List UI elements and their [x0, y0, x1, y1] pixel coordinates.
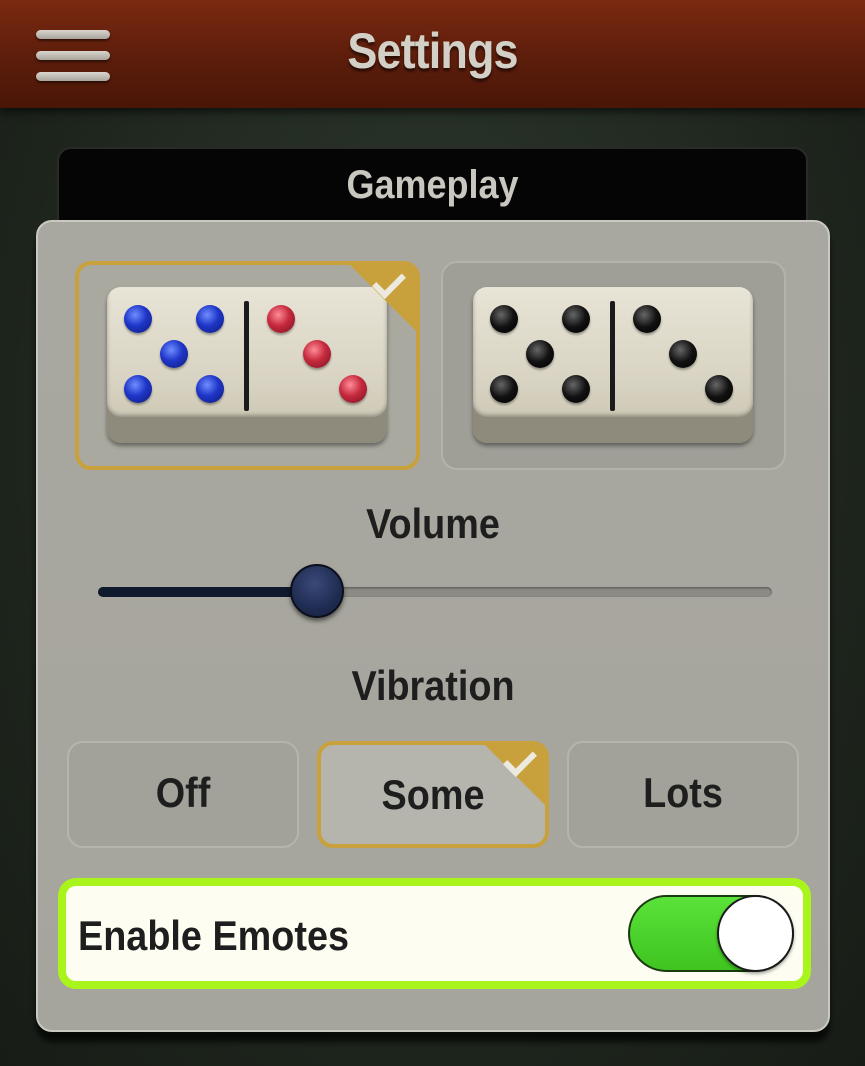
domino-divider: [244, 301, 249, 411]
vibration-off-label: Off: [155, 769, 211, 816]
volume-slider[interactable]: [98, 564, 772, 618]
pip: [633, 305, 661, 333]
enable-emotes-row[interactable]: Enable Emotes: [58, 878, 811, 989]
pip: [562, 375, 590, 403]
enable-emotes-toggle[interactable]: [628, 895, 794, 972]
volume-label: Volume: [366, 500, 500, 547]
pip: [124, 305, 152, 333]
pip: [526, 340, 554, 368]
vibration-some-button[interactable]: Some: [317, 741, 549, 848]
enable-emotes-label: Enable Emotes: [78, 912, 349, 959]
pip: [490, 375, 518, 403]
pip: [196, 375, 224, 403]
volume-slider-fill: [98, 587, 317, 597]
pip: [160, 340, 188, 368]
pip: [669, 340, 697, 368]
settings-panel: Volume Vibration Off Some Lots Enable Em…: [36, 220, 830, 1032]
pip: [339, 375, 367, 403]
volume-slider-thumb[interactable]: [290, 564, 344, 618]
domino-style-classic-option[interactable]: [441, 261, 786, 470]
domino-style-colored-option[interactable]: [75, 261, 420, 470]
page-title: Settings: [347, 23, 518, 79]
domino-tile-classic: [473, 287, 753, 443]
toggle-knob: [717, 895, 794, 972]
vibration-lots-label: Lots: [643, 769, 723, 816]
pip: [562, 305, 590, 333]
vibration-label: Vibration: [351, 662, 515, 709]
pip: [196, 305, 224, 333]
pip: [303, 340, 331, 368]
vibration-off-button[interactable]: Off: [67, 741, 299, 848]
app-header: Settings: [0, 0, 865, 108]
pip: [267, 305, 295, 333]
domino-divider: [610, 301, 615, 411]
vibration-lots-button[interactable]: Lots: [567, 741, 799, 848]
pip: [490, 305, 518, 333]
pip: [124, 375, 152, 403]
domino-tile-colored: [107, 287, 387, 443]
section-title: Gameplay: [346, 163, 519, 207]
pip: [705, 375, 733, 403]
